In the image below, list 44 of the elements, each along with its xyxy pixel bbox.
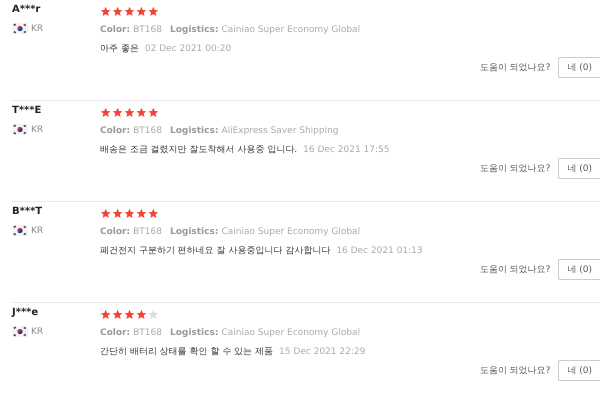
color-value: BT168 [133, 328, 162, 338]
reviewer-name: B***T [12, 205, 44, 219]
color-label: Color: [100, 25, 130, 35]
color-value: BT168 [133, 126, 162, 136]
flag-icon [12, 326, 28, 337]
reviewer-name: J***e [12, 306, 40, 320]
logistics-label: Logistics: [170, 227, 218, 237]
review-date: 15 Dec 2021 22:29 [279, 347, 366, 357]
helpful-question: 도움이 되었나요? [480, 163, 550, 175]
flag-icon [12, 124, 28, 135]
logistics-value: Cainiao Super Economy Global [221, 328, 360, 338]
reviewer-name: A***r [12, 3, 42, 17]
country-code: KR [31, 24, 44, 34]
review-text: 아주 좋은 [100, 44, 139, 54]
yes-button[interactable]: 네 (0) [558, 158, 600, 179]
yes-button[interactable]: 네 (0) [558, 57, 600, 78]
country-code: KR [31, 326, 44, 336]
review-date: 16 Dec 2021 17:55 [303, 145, 390, 155]
review-text: 배송은 조금 걸렸지만 잘도착해서 사용중 입니다. [100, 145, 298, 155]
helpful-question: 도움이 되었나요? [480, 62, 550, 74]
country-code: KR [31, 124, 44, 134]
logistics-value: Cainiao Super Economy Global [221, 227, 360, 237]
color-value: BT168 [133, 25, 162, 35]
review-date: 16 Dec 2021 01:13 [336, 246, 423, 256]
logistics-value: Cainiao Super Economy Global [221, 25, 360, 35]
helpful-question: 도움이 되었나요? [480, 365, 550, 377]
color-label: Color: [100, 126, 130, 136]
flag-icon [12, 23, 28, 34]
reviewer-name: T***E [12, 104, 42, 118]
logistics-value: AliExpress Saver Shipping [221, 126, 339, 136]
helpful-question: 도움이 되었나요? [480, 264, 550, 276]
country-code: KR [31, 226, 44, 236]
logistics-label: Logistics: [170, 126, 218, 136]
logistics-label: Logistics: [170, 328, 218, 338]
review-text: 폐건전지 구분하기 편하네요 잘 사용중입니다 감사합니다 [100, 246, 330, 256]
color-label: Color: [100, 328, 130, 338]
yes-button[interactable]: 네 (0) [558, 259, 600, 280]
color-label: Color: [100, 227, 130, 237]
review-date: 02 Dec 2021 00:20 [144, 44, 232, 54]
review-text: 간단히 배터리 상태를 확인 할 수 있는 제품 [100, 347, 274, 357]
yes-button[interactable]: 네 (0) [558, 360, 600, 381]
logistics-label: Logistics: [170, 25, 218, 35]
flag-icon [12, 225, 28, 236]
color-value: BT168 [133, 227, 162, 237]
